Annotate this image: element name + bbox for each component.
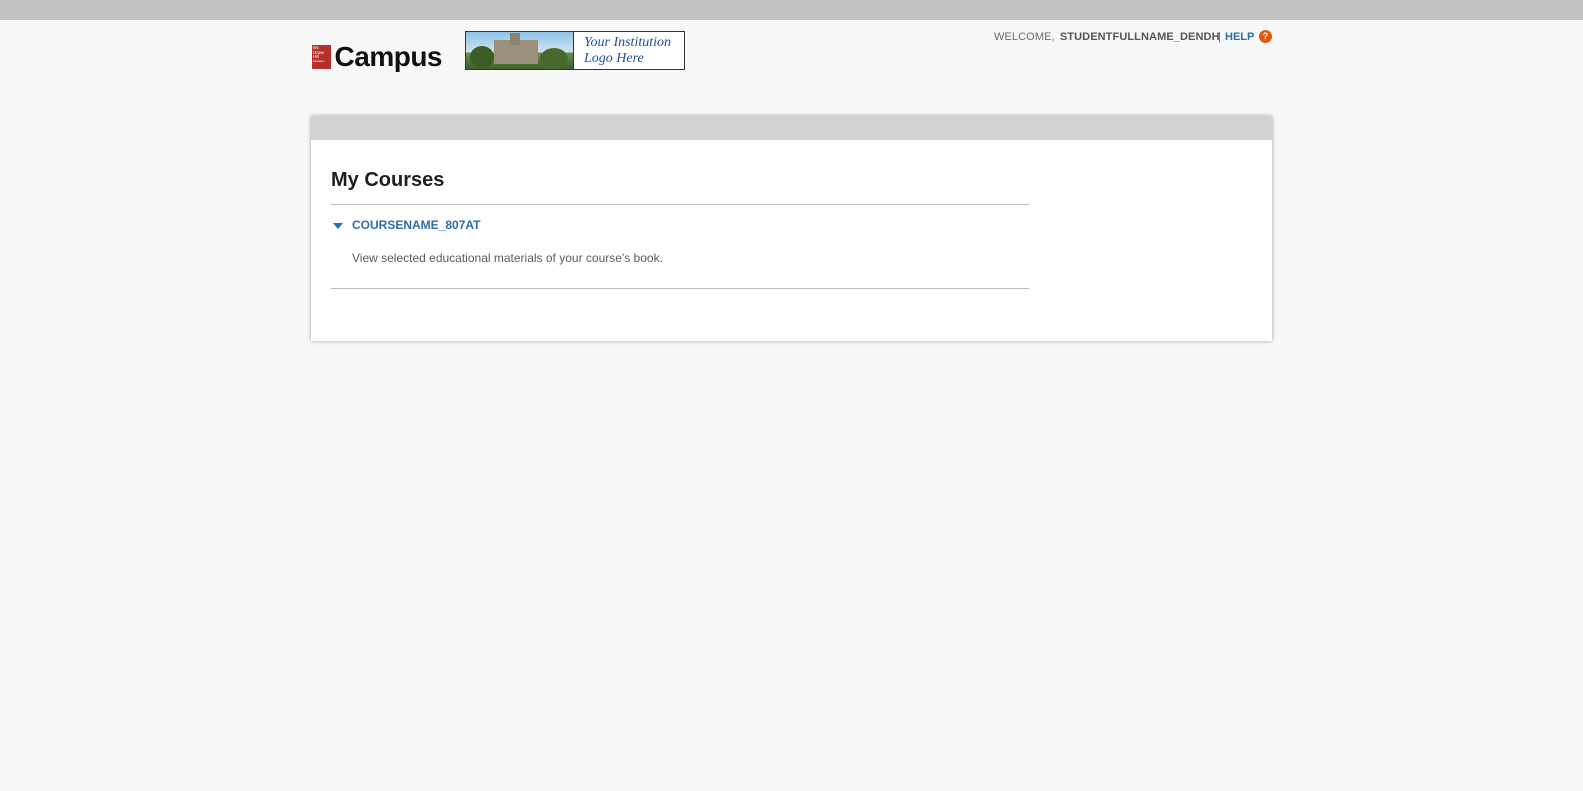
page-title: My Courses xyxy=(331,169,445,191)
header-separator: | xyxy=(1218,31,1221,43)
username: STUDENTFULLNAME_DENDH xyxy=(1059,31,1220,43)
welcome-label: WELCOME, xyxy=(994,31,1055,43)
expand-triangle-icon[interactable] xyxy=(333,223,343,229)
divider xyxy=(331,204,1029,205)
mcgraw-hill-education-mark: Mc Graw Hill Education xyxy=(312,45,331,69)
panel-header-bar xyxy=(311,116,1272,140)
institution-logo: Your Institution Logo Here xyxy=(465,31,685,70)
top-bar xyxy=(0,0,1583,20)
help-link[interactable]: HELP xyxy=(1225,31,1254,43)
mcgraw-hill-campus-logo: Mc Graw Hill Education Campus xyxy=(312,41,443,72)
campus-wordmark: Campus xyxy=(334,41,443,72)
course-link[interactable]: COURSENAME_807AT xyxy=(352,218,480,232)
welcome-text: WELCOME, STUDENTFULLNAME_DENDH xyxy=(994,31,1220,43)
institution-logo-line1: Your Institution xyxy=(584,35,672,50)
help-icon[interactable]: ? xyxy=(1259,30,1272,43)
divider xyxy=(331,288,1029,289)
institution-photo xyxy=(466,32,574,69)
institution-logo-line2: Logo Here xyxy=(584,51,644,66)
brand-box-line: Education xyxy=(313,59,325,63)
my-courses-panel: My Courses COURSENAME_807AT View selecte… xyxy=(311,116,1272,341)
course-description: View selected educational materials of y… xyxy=(352,251,663,265)
